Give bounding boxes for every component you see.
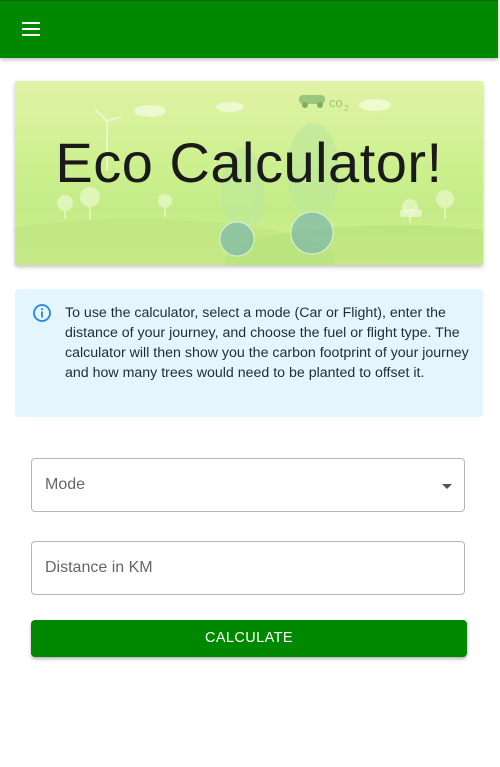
info-circle-icon	[33, 304, 51, 322]
mode-select[interactable]: Mode	[31, 458, 465, 512]
distance-field	[31, 541, 465, 595]
hero-banner: co 2 Eco Calculator!	[15, 81, 483, 265]
info-alert: To use the calculator, select a mode (Ca…	[15, 289, 483, 417]
distance-input[interactable]	[32, 542, 464, 594]
mode-label: Mode	[45, 476, 86, 493]
calculate-button[interactable]: CALCULATE	[31, 620, 467, 657]
co2-subscript: 2	[344, 104, 349, 113]
hamburger-menu-icon	[22, 22, 40, 36]
menu-button[interactable]	[22, 17, 56, 43]
page-title: Eco Calculator!	[55, 131, 443, 194]
info-text: To use the calculator, select a mode (Ca…	[65, 305, 469, 381]
app-bar	[0, 0, 498, 58]
co2-mark: co	[329, 95, 343, 110]
dropdown-arrow-icon	[442, 484, 452, 489]
